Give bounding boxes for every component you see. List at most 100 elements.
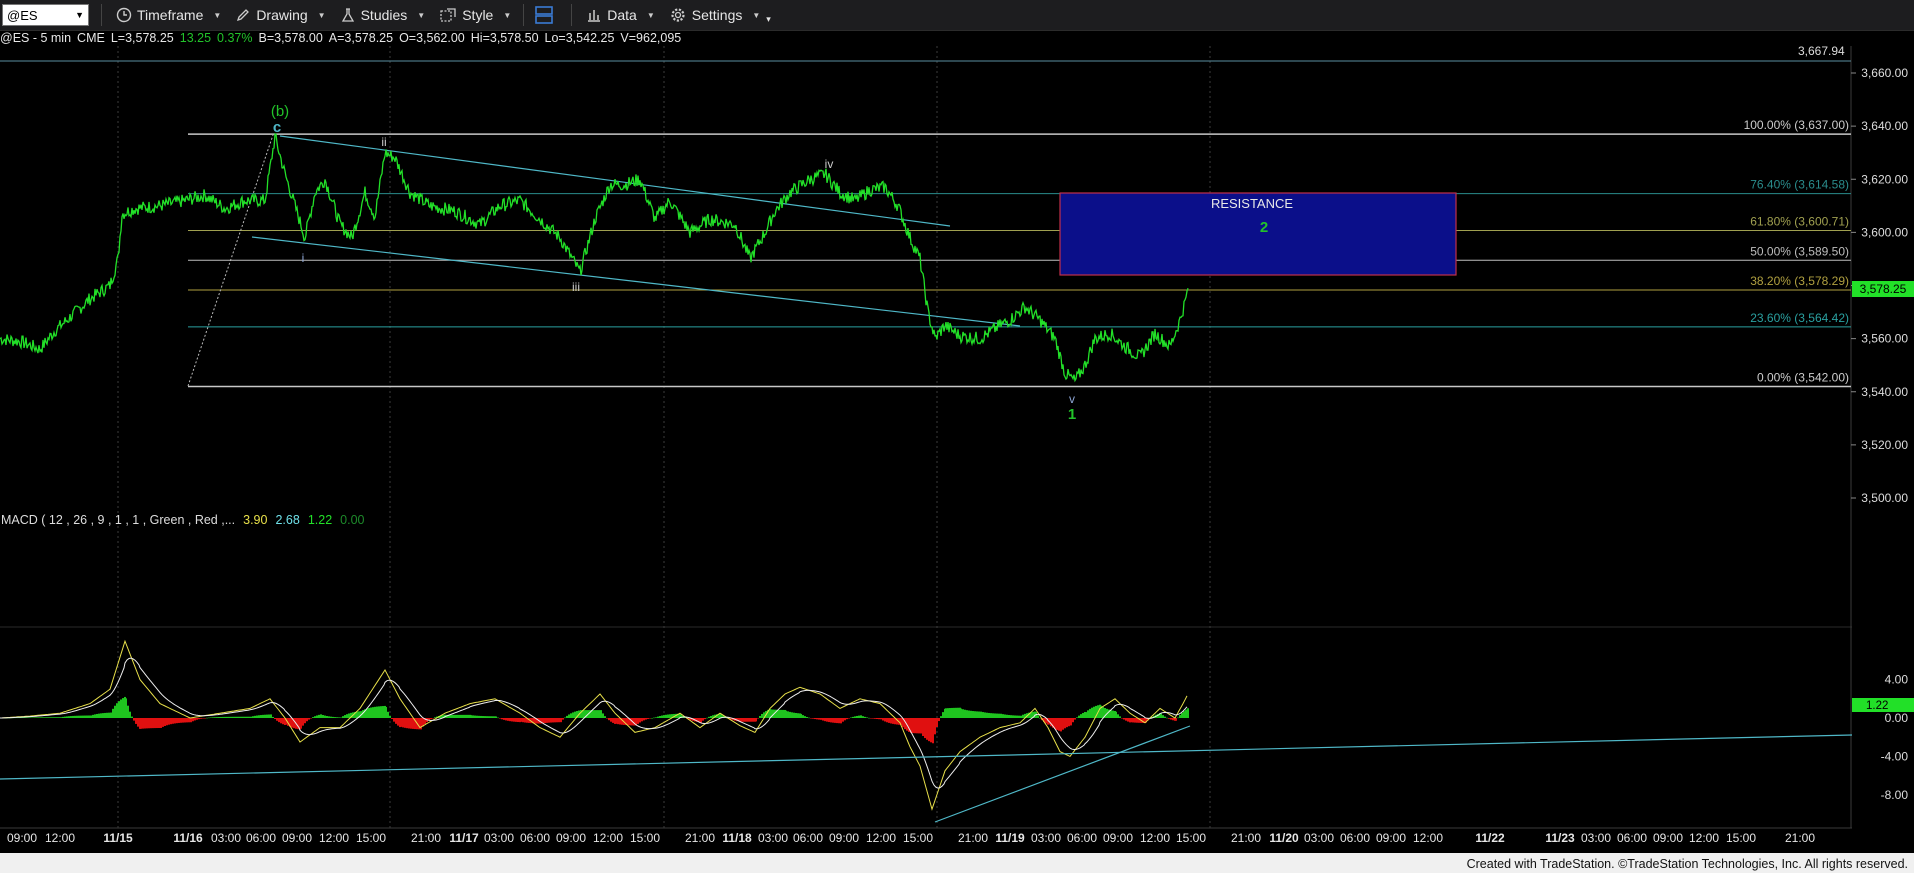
time-tick-label: 12:00 [866,831,896,845]
wave-v-label: v [1069,392,1075,406]
wave-b-label: (b) [271,103,289,120]
chevron-down-icon: ▼ [503,10,512,20]
time-tick-label: 11/15 [103,831,133,845]
wave-1-label: 1 [1068,406,1076,423]
timeframe-menu[interactable]: Timeframe ▼ [116,7,221,23]
time-tick-label: 06:00 [520,831,550,845]
wave-iv-label: iv [825,157,834,171]
macd-line [0,639,1188,811]
time-tick-label: 11/17 [449,831,479,845]
price-tick-label: 3,520.00 [1861,438,1908,452]
style-icon [440,8,456,22]
price-tick-label: 3,640.00 [1861,119,1908,133]
settings-label: Settings [691,7,743,23]
fib-level-label: 100.00% (3,637.00) [1744,118,1849,132]
time-tick-label: 21:00 [958,831,988,845]
wave-ii-label: ii [381,135,386,149]
macd-histogram [0,696,1189,744]
time-tick-label: 06:00 [793,831,823,845]
time-tick-label: 06:00 [1340,831,1370,845]
time-tick-label: 03:00 [758,831,788,845]
chevron-down-icon: ▼ [752,10,761,20]
chevron-down-icon: ▼ [417,10,426,20]
gear-icon [671,8,685,22]
macd-title: MACD ( 12 , 26 , 9 , 1 , 1 , Green , Red… [1,513,365,527]
chevron-down-icon: ▼ [75,10,84,20]
time-tick-label: 11/22 [1475,831,1505,845]
time-tick-label: 15:00 [1726,831,1756,845]
price-tick-label: 3,500.00 [1861,491,1908,505]
price-chart[interactable]: 3,667.94 100.00% (3,637.00) 76.40% (3,614… [0,30,1914,853]
time-tick-label: 09:00 [1653,831,1683,845]
price-series [0,133,1189,383]
time-tick-label: 09:00 [1103,831,1133,845]
time-tick-label: 06:00 [1067,831,1097,845]
copyright-footer: Created with TradeStation. ©TradeStation… [1466,857,1908,871]
time-tick-label: 11/23 [1545,831,1575,845]
time-tick-label: 09:00 [282,831,312,845]
fib-level-label: 76.40% (3,614.58) [1750,178,1849,192]
time-tick-label: 15:00 [903,831,933,845]
time-tick-label: 21:00 [1231,831,1261,845]
time-tick-label: 09:00 [7,831,37,845]
time-tick-label: 06:00 [246,831,276,845]
fib-level-label: 23.60% (3,564.42) [1750,311,1849,325]
clock-icon [116,7,132,23]
bars-icon [588,10,601,22]
time-tick-label: 21:00 [685,831,715,845]
macd-tick-label: 0.00 [1885,711,1909,725]
time-tick-label: 15:00 [630,831,660,845]
channel-lower-line[interactable] [251,236,1021,327]
flask-icon [341,8,354,22]
symbol-value: @ES [7,7,38,23]
time-tick-label: 12:00 [1140,831,1170,845]
toolbar-divider [101,4,102,26]
time-tick-label: 09:00 [829,831,859,845]
layout-button[interactable] [534,5,559,25]
wave-c-label: c [273,119,281,136]
macd-current-label: 1.22 [1866,700,1888,712]
fib-level-label: 0.00% (3,542.00) [1757,370,1849,384]
time-tick-label: 12:00 [1689,831,1719,845]
data-menu[interactable]: Data ▼ [586,7,655,23]
fib-level-label: 61.80% (3,600.71) [1750,214,1849,228]
toolbar: @ES ▼ Timeframe ▼ Drawing ▼ Studies ▼ Style… [0,0,1914,31]
time-tick-label: 11/18 [722,831,752,845]
time-tick-label: 15:00 [1176,831,1206,845]
time-tick-label: 06:00 [1617,831,1647,845]
overflow-icon[interactable]: ▾ [766,14,771,25]
style-menu[interactable]: Style ▼ [439,7,511,23]
pencil-icon [237,9,250,22]
macd-tick-label: 4.00 [1885,673,1909,687]
time-tick-label: 12:00 [593,831,623,845]
macd-tick-label: -4.00 [1881,749,1909,763]
wave-2-label: 2 [1260,219,1268,236]
style-label: Style [462,7,494,23]
wave-i-label: i [302,251,305,265]
time-tick-label: 03:00 [1304,831,1334,845]
symbol-input[interactable]: @ES ▼ [2,4,89,26]
top-level-label: 3,667.94 [1798,44,1845,58]
fib-level-label: 50.00% (3,589.50) [1750,244,1849,258]
macd-signal-line [0,657,1188,789]
drawing-menu[interactable]: Drawing ▼ [235,7,326,23]
macd-trend-line[interactable] [0,734,1853,780]
studies-label: Studies [360,7,408,23]
macd-axis: 4.00 0.00 -4.00 -8.00 [1881,673,1909,802]
fibonacci-retracement[interactable]: 100.00% (3,637.00) 76.40% (3,614.58) 61.80… [188,118,1851,388]
fib-level-label: 38.20% (3,578.29) [1750,274,1849,288]
settings-menu[interactable]: Settings ▼ [669,6,761,24]
time-tick-label: 12:00 [1413,831,1443,845]
time-axis[interactable]: 09:00 12:00 11/15 11/16 03:00 06:00 09:00 12:00… [7,831,1815,845]
time-tick-label: 11/20 [1269,831,1299,845]
time-tick-label: 21:00 [411,831,441,845]
timeframe-label: Timeframe [137,7,204,23]
studies-menu[interactable]: Studies ▼ [340,7,426,23]
time-tick-label: 21:00 [1785,831,1815,845]
price-tick-label: 3,660.00 [1861,66,1908,80]
time-tick-label: 11/16 [173,831,203,845]
time-tick-label: 03:00 [1031,831,1061,845]
time-tick-label: 15:00 [356,831,386,845]
layout-icon [535,6,554,24]
macd-tick-label: -8.00 [1881,788,1909,802]
